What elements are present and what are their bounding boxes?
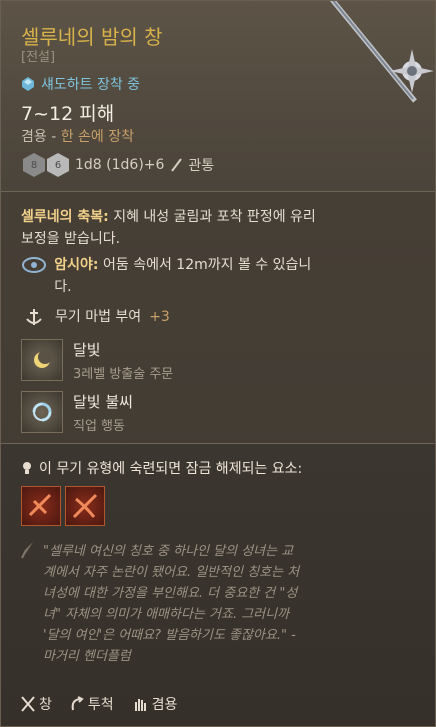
spell-sub: 직업 행동 bbox=[73, 419, 125, 434]
weapon-properties: 창 투척 겸용 bbox=[21, 694, 177, 714]
anchor-icon bbox=[21, 306, 47, 328]
lightbulb-icon bbox=[23, 462, 31, 474]
spell-sub: 3레벨 방출술 주문 bbox=[73, 367, 174, 382]
requirement-text: 섀도하트 장착 중 bbox=[41, 77, 141, 93]
unlock-line: 이 무기 유형에 숙련되면 잠금 해제되는 요소: bbox=[21, 458, 302, 478]
item-rarity: [전설] bbox=[21, 50, 56, 65]
darkvision-title: 암시야: bbox=[54, 257, 99, 273]
enchant-label: 무기 마법 부여 bbox=[55, 309, 142, 325]
gem-icon bbox=[22, 77, 34, 91]
requirement-line: 섀도하트 장착 중 bbox=[21, 74, 140, 94]
spell-name: 달빛 bbox=[73, 341, 101, 359]
spear-illustration bbox=[329, 1, 434, 103]
enchant-row: 무기 마법 부여 +3 bbox=[21, 306, 170, 328]
damage-type: 관통 bbox=[188, 158, 215, 174]
usage-prefix: 겸용 - bbox=[21, 129, 61, 145]
usage-line: 겸용 - 한 손에 장착 bbox=[21, 126, 134, 146]
property-label: 창 bbox=[39, 697, 52, 713]
property-spear: 창 bbox=[21, 694, 52, 714]
enchant-value: +3 bbox=[149, 309, 170, 325]
d6-die-icon: 6 bbox=[47, 153, 69, 177]
spear-icon bbox=[21, 696, 35, 712]
proficiency-action-icon[interactable] bbox=[65, 486, 105, 526]
piercing-icon bbox=[171, 158, 183, 172]
darkvision-text: 암시야: 어둠 속에서 12m까지 볼 수 있습니다. bbox=[54, 254, 321, 298]
flavor-quote: "셀루네 여신의 칭호 중 하나인 달의 성녀는 교계에서 자주 논란이 됐어요… bbox=[43, 544, 300, 664]
thrown-icon bbox=[71, 696, 84, 711]
item-tooltip: 셀루네의 밤의 창 [전설] 섀도하트 장착 중 7~12 피해 겸용 - 한 … bbox=[0, 0, 436, 727]
hand-icon bbox=[134, 699, 146, 711]
damage-text: 7~12 피해 bbox=[21, 103, 115, 125]
divider bbox=[1, 443, 435, 444]
property-versatile: 겸용 bbox=[132, 694, 178, 714]
property-thrown: 투척 bbox=[70, 694, 114, 714]
spell-moonbeam-ember[interactable]: 달빛 불씨 직업 행동 bbox=[21, 391, 133, 434]
moon-sun-icon bbox=[21, 339, 63, 381]
spell-moonbeam[interactable]: 달빛 3레벨 방출술 주문 bbox=[21, 339, 173, 382]
darkvision-row: 암시야: 어둠 속에서 12m까지 볼 수 있습니다. bbox=[21, 254, 321, 298]
darkvision-icon bbox=[21, 254, 46, 276]
spell-name: 달빛 불씨 bbox=[73, 393, 133, 411]
unlock-text: 이 무기 유형에 숙련되면 잠금 해제되는 요소: bbox=[39, 461, 303, 477]
dice-row: 8 6 1d8 (1d6)+6 관통 bbox=[23, 153, 214, 177]
proficiency-action-icon[interactable] bbox=[21, 486, 61, 526]
dice-text: 1d8 (1d6)+6 bbox=[75, 157, 165, 173]
divider bbox=[1, 191, 435, 192]
property-label: 투척 bbox=[87, 697, 114, 713]
quill-icon bbox=[21, 542, 33, 559]
blessing-title: 셀루네의 축복: bbox=[21, 209, 109, 225]
swirl-icon bbox=[21, 391, 63, 433]
blessing-text: 셀루네의 축복: 지혜 내성 굴림과 포착 판정에 유리 보정을 받습니다. bbox=[21, 206, 321, 250]
d8-die-icon: 8 bbox=[23, 153, 45, 177]
usage-accent: 한 손에 장착 bbox=[60, 129, 135, 145]
property-label: 겸용 bbox=[151, 697, 178, 713]
